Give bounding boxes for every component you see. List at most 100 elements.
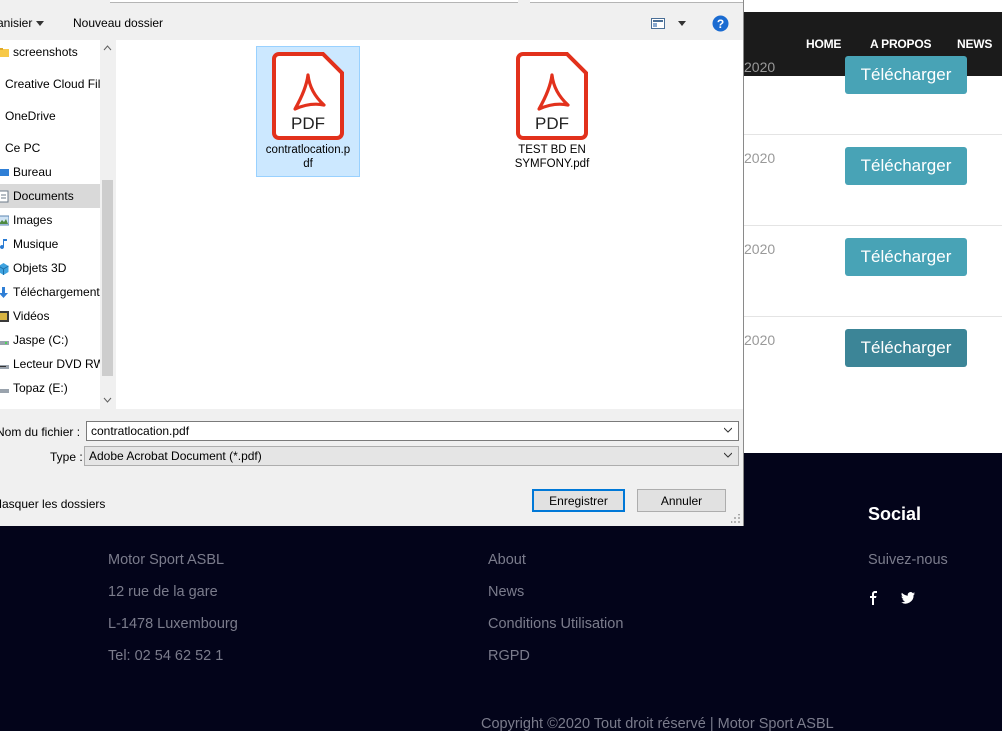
nav-item-topaz-e[interactable]: Topaz (E:) xyxy=(0,376,100,400)
nav-item-screenshots[interactable]: screenshots xyxy=(0,40,100,64)
images-icon xyxy=(0,215,9,225)
nav-item-dvd[interactable]: Lecteur DVD RW xyxy=(0,352,100,376)
scroll-up-icon[interactable] xyxy=(103,45,112,51)
help-icon-glyph: ? xyxy=(717,17,724,31)
filename-label: Nom du fichier : xyxy=(0,425,81,439)
row-date: 2020 xyxy=(744,59,776,75)
footer-social-title: Social xyxy=(868,504,922,524)
facebook-icon[interactable] xyxy=(866,590,882,606)
nav-item-creative-cloud[interactable]: Creative Cloud Fil xyxy=(5,72,105,96)
drive-icon xyxy=(0,340,9,345)
file-name: TEST BD EN xyxy=(518,144,586,156)
footer-address: 12 rue de la gare xyxy=(108,584,218,600)
nav-item-images[interactable]: Images xyxy=(0,208,100,232)
footer-social-subtitle: Suivez-nous xyxy=(868,552,948,568)
organize-menu[interactable]: anisier xyxy=(0,16,45,30)
nav-item-this-pc[interactable]: Ce PC xyxy=(5,136,105,160)
nav-item-label: Jaspe (C:) xyxy=(13,333,69,347)
new-folder-button[interactable]: Nouveau dossier xyxy=(73,16,163,30)
save-as-dialog: anisier Nouveau dossier ? screenshots Cr… xyxy=(0,0,744,526)
nav-item-videos[interactable]: Vidéos xyxy=(0,304,100,328)
downloads-icon xyxy=(0,286,8,298)
folder-icon xyxy=(0,47,9,57)
music-icon xyxy=(0,238,7,249)
nav-item-label: screenshots xyxy=(13,45,78,59)
file-type-select[interactable]: Adobe Acrobat Document (*.pdf) xyxy=(84,446,739,466)
download-button[interactable]: Télécharger xyxy=(845,238,967,276)
organize-label: anisier xyxy=(0,16,33,30)
row-date: 2020 xyxy=(744,241,776,257)
file-name: SYMFONY.pdf xyxy=(514,158,590,170)
nav-item-label: Objets 3D xyxy=(13,261,67,275)
footer-link-about[interactable]: About xyxy=(488,552,526,568)
nav-item-telechargements[interactable]: Téléchargements xyxy=(0,280,100,304)
download-button[interactable]: Télécharger xyxy=(845,56,967,94)
chevron-down-icon[interactable] xyxy=(724,451,732,459)
nav-item-label: Topaz (E:) xyxy=(13,381,68,395)
chevron-down-icon[interactable] xyxy=(724,426,732,434)
download-button[interactable]: Télécharger xyxy=(845,147,967,185)
nav-item-label: Téléchargements xyxy=(13,285,100,299)
nav-home[interactable]: HOME xyxy=(806,37,841,51)
nav-item-label: Musique xyxy=(13,237,59,251)
scroll-down-icon[interactable] xyxy=(103,397,112,403)
drive-icon xyxy=(0,388,9,393)
nav-item-label: Creative Cloud Fil xyxy=(5,77,101,91)
footer-link-conditions[interactable]: Conditions Utilisation xyxy=(488,616,623,632)
row-date: 2020 xyxy=(744,150,776,166)
chevron-down-icon xyxy=(36,21,45,27)
file-type-value: Adobe Acrobat Document (*.pdf) xyxy=(89,449,262,463)
help-icon[interactable]: ? xyxy=(712,15,729,32)
pdf-icon: PDF xyxy=(516,52,588,140)
nav-item-onedrive[interactable]: OneDrive xyxy=(5,104,105,128)
videos-icon xyxy=(0,310,9,322)
pdf-icon: PDF xyxy=(272,52,344,140)
documents-icon xyxy=(0,190,9,202)
nav-item-label: Documents xyxy=(13,189,74,203)
twitter-icon[interactable] xyxy=(900,590,916,606)
download-button[interactable]: Télécharger xyxy=(845,329,967,367)
nav-item-label: OneDrive xyxy=(5,109,56,123)
file-item[interactable]: PDF TEST BD EN SYMFONY.pdf xyxy=(500,47,604,177)
nav-a-propos[interactable]: A PROPOS xyxy=(870,37,932,51)
file-name: contratlocation.p xyxy=(265,144,351,156)
footer-link-rgpd[interactable]: RGPD xyxy=(488,648,530,664)
nav-news[interactable]: NEWS xyxy=(957,37,992,51)
footer-company-name: Motor Sport ASBL xyxy=(108,552,225,568)
desktop-icon xyxy=(0,168,9,176)
footer-link-news[interactable]: News xyxy=(488,584,524,600)
view-dropdown-icon[interactable] xyxy=(678,21,686,26)
dvd-icon xyxy=(0,364,9,369)
nav-item-label: Bureau xyxy=(13,165,52,179)
hide-folders-toggle[interactable]: Masquer les dossiers xyxy=(0,497,105,511)
row-divider xyxy=(744,316,1002,317)
nav-item-musique[interactable]: Musique xyxy=(0,232,100,256)
nav-item-documents[interactable]: Documents xyxy=(0,184,100,208)
nav-item-bureau[interactable]: Bureau xyxy=(0,160,100,184)
pdf-icon-label: PDF xyxy=(535,114,569,133)
nav-item-label: Vidéos xyxy=(13,309,50,323)
nav-item-jaspe-c[interactable]: Jaspe (C:) xyxy=(0,328,100,352)
filename-value: contratlocation.pdf xyxy=(91,424,190,438)
pdf-icon-label: PDF xyxy=(291,114,325,133)
nav-item-objets-3d[interactable]: Objets 3D xyxy=(0,256,100,280)
save-button[interactable]: Enregistrer xyxy=(532,489,625,512)
row-divider xyxy=(744,134,1002,135)
search-box[interactable] xyxy=(530,0,743,3)
nav-item-label: Ce PC xyxy=(5,141,41,155)
filename-input[interactable]: contratlocation.pdf xyxy=(86,421,739,441)
type-label: Type : xyxy=(50,450,83,464)
row-date: 2020 xyxy=(744,332,776,348)
nav-item-label: Images xyxy=(13,213,53,227)
file-name: df xyxy=(303,158,313,170)
address-bar[interactable] xyxy=(110,0,518,3)
footer-copyright: Copyright ©2020 Tout droit réservé | Mot… xyxy=(481,716,834,732)
file-list xyxy=(116,40,743,409)
footer-phone: Tel: 02 54 62 52 1 xyxy=(108,648,224,664)
nav-scrollbar-thumb[interactable] xyxy=(102,180,113,376)
resize-grip-icon[interactable] xyxy=(731,514,741,524)
nav-item-label: Lecteur DVD RW xyxy=(13,357,100,371)
view-options-icon[interactable] xyxy=(651,18,665,29)
file-item[interactable]: PDF contratlocation.p df xyxy=(256,46,360,177)
cancel-button[interactable]: Annuler xyxy=(637,489,726,512)
